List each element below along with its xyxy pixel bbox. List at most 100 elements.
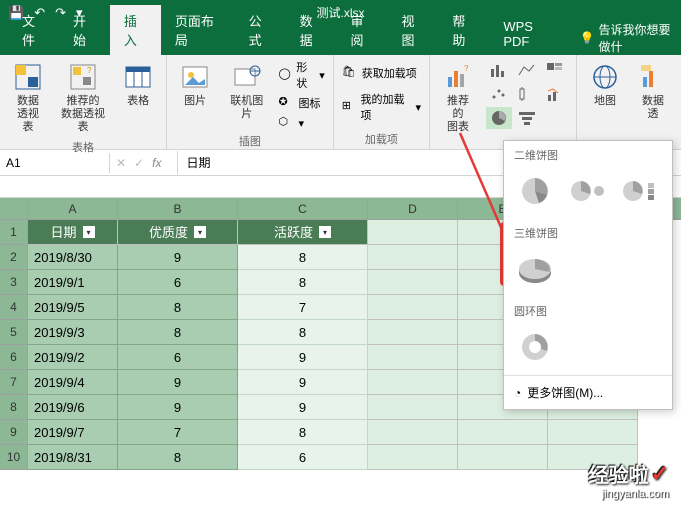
- tab-formulas[interactable]: 公式: [235, 5, 286, 55]
- statistic-chart-button[interactable]: [514, 83, 540, 105]
- pie-chart-button[interactable]: [486, 107, 512, 129]
- pie-3d-option[interactable]: [514, 251, 556, 287]
- row-header[interactable]: 8: [0, 395, 28, 420]
- cell-activity[interactable]: 8: [238, 270, 368, 295]
- tell-me-search[interactable]: 💡 告诉我你想要做什: [580, 21, 681, 55]
- line-chart-button[interactable]: [514, 59, 540, 81]
- filter-dropdown-icon[interactable]: ▾: [83, 226, 95, 238]
- row-header[interactable]: 5: [0, 320, 28, 345]
- tab-insert[interactable]: 插入: [110, 5, 161, 55]
- cell-quality[interactable]: 8: [118, 295, 238, 320]
- pie-2d-option[interactable]: [514, 173, 556, 209]
- cell-date[interactable]: 2019/8/31: [28, 445, 118, 470]
- cell-date[interactable]: 2019/9/5: [28, 295, 118, 320]
- col-header-c[interactable]: C: [238, 198, 368, 219]
- tab-home[interactable]: 开始: [59, 5, 110, 55]
- filter-dropdown-icon[interactable]: ▾: [319, 226, 331, 238]
- cell-date[interactable]: 2019/9/4: [28, 370, 118, 395]
- fx-icon[interactable]: fx: [152, 156, 161, 170]
- cell-date[interactable]: 2019/9/3: [28, 320, 118, 345]
- cell[interactable]: [368, 445, 458, 470]
- 3d-models-button[interactable]: ⬡▾: [279, 115, 325, 131]
- tab-wps-pdf[interactable]: WPS PDF: [489, 13, 569, 55]
- col-header-b[interactable]: B: [118, 198, 238, 219]
- cell-quality[interactable]: 9: [118, 245, 238, 270]
- table-button[interactable]: 表格: [118, 59, 158, 110]
- my-addins-button[interactable]: ⊞我的加载项▾: [342, 91, 421, 123]
- cell-activity[interactable]: 9: [238, 395, 368, 420]
- more-pie-charts-button[interactable]: ◔ 更多饼图(M)...: [504, 375, 672, 409]
- row-header[interactable]: 7: [0, 370, 28, 395]
- row-header[interactable]: 1: [0, 220, 28, 245]
- enter-icon[interactable]: ✓: [134, 156, 144, 170]
- online-pictures-button[interactable]: 联机图片: [223, 59, 270, 123]
- cell-activity[interactable]: 9: [238, 370, 368, 395]
- cell[interactable]: [548, 420, 638, 445]
- col-header-d[interactable]: D: [368, 198, 458, 219]
- cell-date[interactable]: 2019/9/7: [28, 420, 118, 445]
- row-header[interactable]: 3: [0, 270, 28, 295]
- tab-view[interactable]: 视图: [387, 5, 438, 55]
- name-box[interactable]: A1: [0, 153, 110, 173]
- select-all-corner[interactable]: [0, 198, 28, 220]
- pictures-button[interactable]: 图片: [175, 59, 215, 110]
- cell[interactable]: [368, 245, 458, 270]
- row-header[interactable]: 9: [0, 420, 28, 445]
- row-header[interactable]: 4: [0, 295, 28, 320]
- cell-quality[interactable]: 9: [118, 370, 238, 395]
- cell-quality[interactable]: 8: [118, 445, 238, 470]
- cell-quality[interactable]: 9: [118, 395, 238, 420]
- cell-date[interactable]: 2019/9/2: [28, 345, 118, 370]
- header-activity[interactable]: 活跃度▾: [238, 220, 368, 245]
- cell[interactable]: [368, 320, 458, 345]
- cell-activity[interactable]: 7: [238, 295, 368, 320]
- cell-quality[interactable]: 7: [118, 420, 238, 445]
- cell-activity[interactable]: 8: [238, 320, 368, 345]
- filter-dropdown-icon[interactable]: ▾: [194, 226, 206, 238]
- cell-date[interactable]: 2019/9/1: [28, 270, 118, 295]
- tab-file[interactable]: 文件: [8, 5, 59, 55]
- cell[interactable]: [368, 370, 458, 395]
- cell-quality[interactable]: 6: [118, 345, 238, 370]
- combo-chart-button[interactable]: [542, 83, 568, 105]
- recommended-charts-button[interactable]: ? 推荐的 图表: [438, 59, 478, 137]
- cell[interactable]: [368, 270, 458, 295]
- formula-bar[interactable]: 日期: [177, 151, 218, 174]
- map-button[interactable]: 地图: [585, 59, 625, 110]
- cell[interactable]: [368, 345, 458, 370]
- pivot-table-button[interactable]: 数据 透视表: [8, 59, 48, 137]
- cell[interactable]: [458, 445, 548, 470]
- cell[interactable]: [368, 420, 458, 445]
- cell-activity[interactable]: 8: [238, 420, 368, 445]
- recommended-pivot-button[interactable]: ? 推荐的 数据透视表: [56, 59, 110, 137]
- row-header[interactable]: 2: [0, 245, 28, 270]
- header-quality[interactable]: 优质度▾: [118, 220, 238, 245]
- funnel-chart-button[interactable]: [514, 107, 540, 129]
- pivot-chart-button[interactable]: 数据透: [633, 59, 673, 123]
- row-header[interactable]: 10: [0, 445, 28, 470]
- cell-date[interactable]: 2019/8/30: [28, 245, 118, 270]
- row-header[interactable]: 6: [0, 345, 28, 370]
- get-addins-button[interactable]: 🛍获取加载项: [342, 65, 421, 81]
- cell-quality[interactable]: 6: [118, 270, 238, 295]
- shapes-button[interactable]: ◯形状▾: [279, 59, 325, 91]
- cell-quality[interactable]: 8: [118, 320, 238, 345]
- tab-page-layout[interactable]: 页面布局: [161, 5, 235, 55]
- icons-button[interactable]: ✪图标: [279, 95, 325, 111]
- cell[interactable]: [368, 295, 458, 320]
- column-chart-button[interactable]: [486, 59, 512, 81]
- cell-activity[interactable]: 6: [238, 445, 368, 470]
- header-date[interactable]: 日期▾: [28, 220, 118, 245]
- cancel-icon[interactable]: ✕: [116, 156, 126, 170]
- bar-of-pie-option[interactable]: [618, 173, 660, 209]
- tab-help[interactable]: 帮助: [438, 5, 489, 55]
- cell[interactable]: [368, 395, 458, 420]
- pie-of-pie-option[interactable]: [566, 173, 608, 209]
- cell[interactable]: [368, 220, 458, 245]
- col-header-a[interactable]: A: [28, 198, 118, 219]
- cell-date[interactable]: 2019/9/6: [28, 395, 118, 420]
- cell-activity[interactable]: 8: [238, 245, 368, 270]
- hierarchy-chart-button[interactable]: [542, 59, 568, 81]
- donut-option[interactable]: [514, 329, 556, 365]
- cell[interactable]: [458, 420, 548, 445]
